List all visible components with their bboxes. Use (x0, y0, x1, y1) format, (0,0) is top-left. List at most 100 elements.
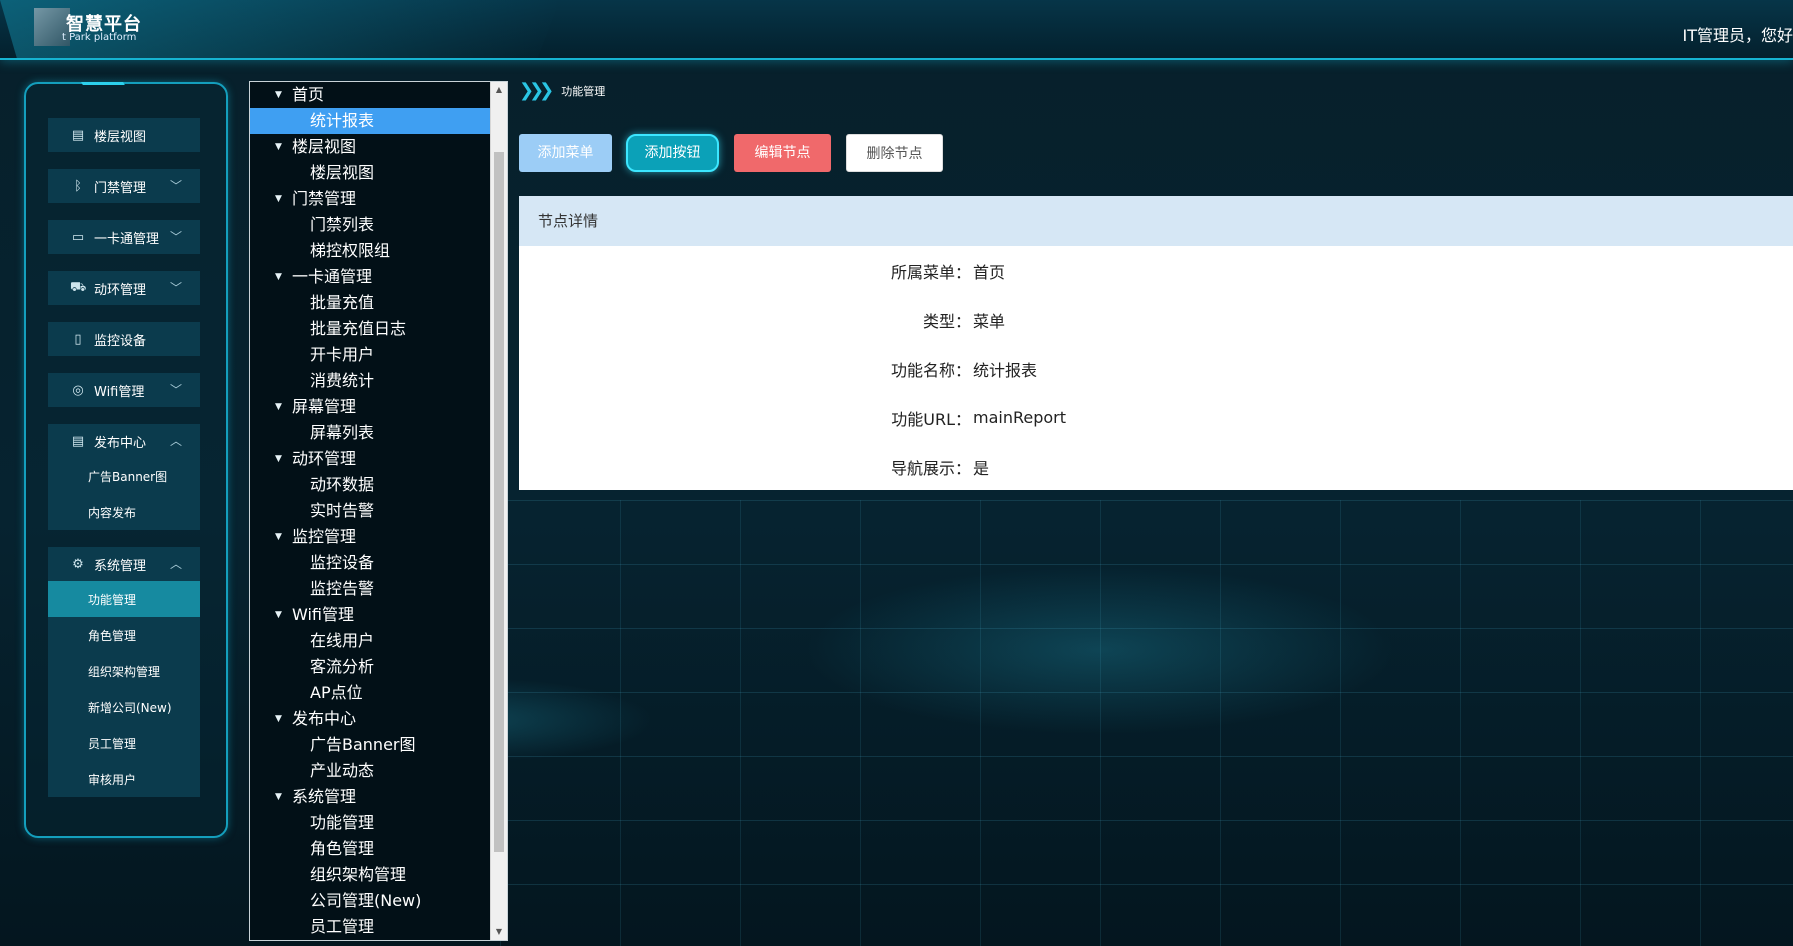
tree-node-label: Wifi管理 (292, 605, 354, 624)
tree-node-child[interactable]: 消费统计 (250, 368, 507, 394)
tree-node-child[interactable]: 客流分析 (250, 654, 507, 680)
sidebar-item[interactable]: ◎ Wifi管理 ﹀ (48, 373, 200, 407)
caret-down-icon[interactable]: ▼ (275, 186, 282, 212)
caret-down-icon[interactable]: ▼ (275, 394, 282, 420)
sidebar-item-label: 发布中心 (94, 435, 147, 451)
tree-node-child[interactable]: 在线用户 (250, 628, 507, 654)
sidebar-subitem[interactable]: 员工管理 (48, 725, 200, 761)
tree-scrollbar[interactable]: ▲ ▼ (490, 82, 507, 940)
tree-node-label: 批量充值日志 (310, 319, 407, 338)
caret-down-icon[interactable]: ▼ (275, 82, 282, 108)
tree-node-parent[interactable]: ▼ 发布中心 (250, 706, 507, 732)
add-menu-button[interactable]: 添加菜单 (519, 134, 612, 172)
detail-field-row: 类型： 菜单 (519, 295, 1793, 344)
sidebar-item[interactable]: ⛟ 动环管理 ﹀ (48, 271, 200, 305)
sidebar-item[interactable]: ᛒ 门禁管理 ﹀ (48, 169, 200, 203)
sidebar-subitem[interactable]: 新增公司(New) (48, 689, 200, 725)
tree-node-parent[interactable]: ▼ 监控管理 (250, 524, 507, 550)
sidebar-item[interactable]: ▯ 监控设备 (48, 322, 200, 356)
tree-node-parent[interactable]: ▼ 首页 (250, 82, 507, 108)
tree-node-parent[interactable]: ▼ 楼层视图 (250, 134, 507, 160)
tree-node-child[interactable]: 批量充值日志 (250, 316, 507, 342)
sidebar-subitem[interactable]: 组织架构管理 (48, 653, 200, 689)
tree-node-child[interactable]: AP点位 (250, 680, 507, 706)
chevron-up-icon: ︿ (169, 557, 182, 571)
tree-node-child[interactable]: 监控设备 (250, 550, 507, 576)
tree-node-parent[interactable]: ▼ 屏幕管理 (250, 394, 507, 420)
caret-down-icon[interactable]: ▼ (275, 784, 282, 810)
caret-down-icon[interactable]: ▼ (275, 134, 282, 160)
tree-node-child[interactable]: 开卡用户 (250, 342, 507, 368)
tree-node-label: 发布中心 (292, 709, 357, 728)
tree-node-child[interactable]: 楼层视图 (250, 160, 507, 186)
tree-node-parent[interactable]: ▼ 动环管理 (250, 446, 507, 472)
tree-node-child[interactable]: 屏幕列表 (250, 420, 507, 446)
sidebar-item-label: Wifi管理 (94, 384, 145, 400)
detail-field-row: 所属菜单： 首页 (519, 246, 1793, 295)
tree-node-child[interactable]: 门禁列表 (250, 212, 507, 238)
detail-field-row: 功能名称： 统计报表 (519, 344, 1793, 393)
sidebar-item[interactable]: ▭ 一卡通管理 ﹀ (48, 220, 200, 254)
tree-node-parent[interactable]: ▼ 一卡通管理 (250, 264, 507, 290)
tree-node-child[interactable]: 批量充值 (250, 290, 507, 316)
sidebar-item[interactable]: ▤ 发布中心 ︿ (48, 424, 200, 458)
sidebar-item-label: 系统管理 (94, 558, 147, 574)
scroll-thumb[interactable] (494, 152, 504, 852)
car-icon: ⛟ (70, 279, 87, 295)
tree-node-child[interactable]: 监控告警 (250, 576, 507, 602)
tree-node-label: 客流分析 (310, 657, 375, 676)
tree-node-label: 监控告警 (310, 579, 375, 598)
tree-node-child[interactable]: 公司管理(New) (250, 888, 507, 914)
delete-node-button[interactable]: 删除节点 (846, 134, 943, 172)
tree-node-child[interactable]: 实时告警 (250, 498, 507, 524)
sidebar-subitem[interactable]: 功能管理 (48, 581, 200, 617)
sidebar-subitem[interactable]: 内容发布 (48, 494, 200, 530)
caret-down-icon[interactable]: ▼ (275, 264, 282, 290)
tree-node-label: 员工管理 (310, 917, 375, 936)
caret-down-icon[interactable]: ▼ (275, 446, 282, 472)
sidebar-subitem[interactable]: 审核用户 (48, 761, 200, 797)
tree-node-child[interactable]: 产业动态 (250, 758, 507, 784)
tree-node-parent[interactable]: ▼ 系统管理 (250, 784, 507, 810)
tree-node-label: 统计报表 (310, 111, 375, 130)
node-detail-title: 节点详情 (519, 196, 1793, 246)
tree-node-child[interactable]: 角色管理 (250, 836, 507, 862)
tree-node-child[interactable]: 功能管理 (250, 810, 507, 836)
tree-node-label: 广告Banner图 (310, 735, 416, 754)
tree-node-child[interactable]: 广告Banner图 (250, 732, 507, 758)
sidebar-group-publish: ▤ 发布中心 ︿ 广告Banner图 内容发布 (48, 424, 200, 530)
sidebar-subitem[interactable]: 角色管理 (48, 617, 200, 653)
tree-node-label: 楼层视图 (310, 163, 375, 182)
sidebar-item[interactable]: ▤ 楼层视图 (48, 118, 200, 152)
scroll-down-arrow-icon[interactable]: ▼ (491, 924, 507, 940)
breadcrumb: ❯❯❯ 功能管理 (519, 80, 605, 101)
sidebar-item-label: 动环管理 (94, 282, 147, 298)
edit-node-button[interactable]: 编辑节点 (734, 134, 831, 172)
detail-field-value: 是 (973, 458, 990, 478)
tree-node-child[interactable]: 组织架构管理 (250, 862, 507, 888)
sidebar-subitem[interactable]: 广告Banner图 (48, 458, 200, 494)
tree-node-label: 动环管理 (292, 449, 357, 468)
caret-down-icon[interactable]: ▼ (275, 524, 282, 550)
tree-node-label: 公司管理(New) (310, 891, 422, 910)
scroll-up-arrow-icon[interactable]: ▲ (491, 82, 507, 98)
breadcrumb-current: 功能管理 (561, 84, 606, 98)
tree-node-parent[interactable]: ▼ 门禁管理 (250, 186, 507, 212)
tree-node-label: 梯控权限组 (310, 241, 391, 260)
caret-down-icon[interactable]: ▼ (275, 706, 282, 732)
sidebar-item[interactable]: ⚙ 系统管理 ︿ (48, 547, 200, 581)
tree-node-label: 屏幕管理 (292, 397, 357, 416)
detail-field-row: 功能URL： mainReport (519, 393, 1793, 442)
chevron-down-icon: ﹀ (169, 230, 182, 244)
sidebar-item-label: 一卡通管理 (94, 231, 160, 247)
tree-node-child[interactable]: 动环数据 (250, 472, 507, 498)
tree-node-child[interactable]: 员工管理 (250, 914, 507, 940)
tree-node-child[interactable]: 梯控权限组 (250, 238, 507, 264)
tree-rows: ▼ 首页统计报表 ▼ 楼层视图楼层视图 ▼ 门禁管理 门禁列表梯控权限组 ▼ 一卡通管理批量充值… (250, 82, 507, 940)
add-button-button[interactable]: 添加按钮 (626, 134, 719, 172)
tree-node-child[interactable]: 统计报表 (250, 108, 491, 134)
user-greeting[interactable]: IT管理员，您好 (1683, 22, 1793, 46)
tree-node-parent[interactable]: ▼ Wifi管理 (250, 602, 507, 628)
tree-node-label: 批量充值 (310, 293, 375, 312)
caret-down-icon[interactable]: ▼ (275, 602, 282, 628)
